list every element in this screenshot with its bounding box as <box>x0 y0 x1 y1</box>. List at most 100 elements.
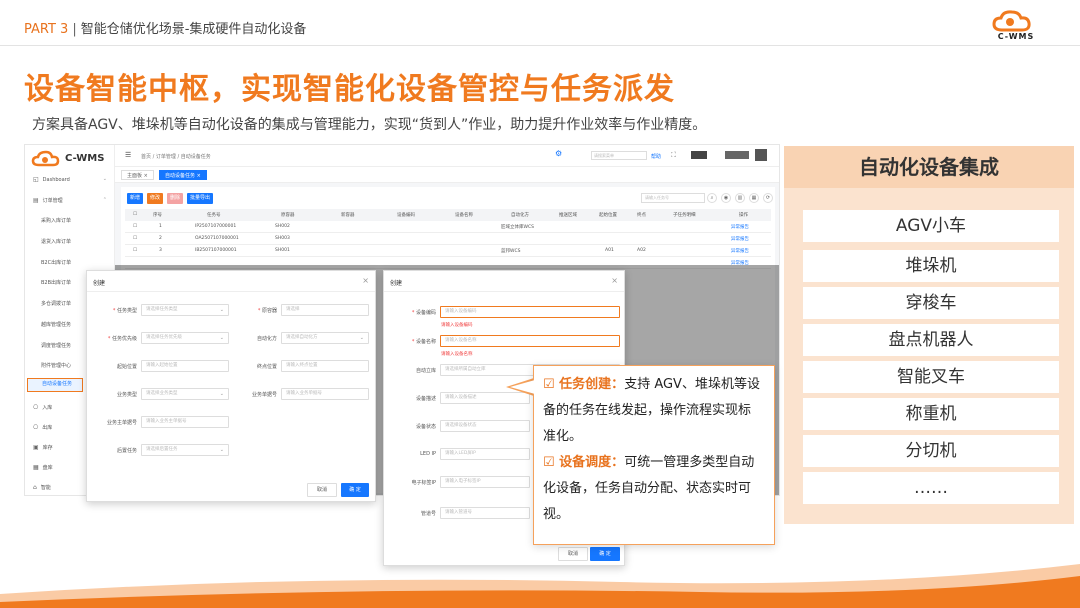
export-button[interactable]: 批量导出 <box>187 193 213 204</box>
col-header: 自动化方 <box>511 213 529 218</box>
chevron-down-icon: ⌄ <box>219 307 224 313</box>
row-action-link[interactable]: 异常报告 <box>731 224 749 230</box>
search-icon[interactable]: ⌕ <box>707 193 717 203</box>
post-task-select[interactable]: 请选择后置任务 ⌄ <box>141 444 229 456</box>
tab-label: 主面板 <box>127 173 143 179</box>
sidebar-item-label: 出库 <box>42 425 53 431</box>
cell: SH001 <box>275 248 290 253</box>
cell: 2 <box>159 236 162 241</box>
callout-pointer-inner <box>510 380 535 394</box>
divider <box>384 291 624 292</box>
device-integration-panel: 自动化设备集成 AGV小车 堆垛机 穿梭车 盘点机器人 智能叉车 称重机 分切机… <box>784 146 1074 524</box>
col-header: 推送区域 <box>559 213 577 218</box>
sidebar-item-label: Dashboard <box>42 177 70 183</box>
avatar[interactable] <box>755 149 767 161</box>
add-button[interactable]: 新增 <box>127 193 143 204</box>
callout-line: 准化。 <box>543 429 583 444</box>
sidebar-item-label: B2C出库订单 <box>41 260 72 266</box>
table-row[interactable]: ☐ 3 IB2507107000001 SH001 蓝邦WCS A01 A02 … <box>125 245 771 257</box>
columns-icon[interactable]: ▥ <box>735 193 745 203</box>
led-ip-input[interactable]: 请输入LED屏IP <box>440 448 530 460</box>
callout-heading: ☑ 任务创建： <box>543 377 625 392</box>
header-divider <box>0 45 1080 46</box>
field-label: 自动立库 <box>415 368 436 374</box>
order-icon: ▤ <box>33 197 39 204</box>
sidebar-item-orders[interactable]: ▤ 订单管理 ⌃ <box>25 197 115 204</box>
callout-line: ☑ 任务创建：支持 AGV、堆垛机等设 <box>543 377 760 392</box>
source-container-input[interactable]: 请选择 <box>281 304 369 316</box>
close-icon[interactable]: × <box>362 276 369 285</box>
business-type-select[interactable]: 请选择业务类型 ⌄ <box>141 388 229 400</box>
separator: | <box>72 22 77 37</box>
menu-toggle-icon[interactable]: ☰ <box>125 151 131 159</box>
checkbox-icon[interactable]: ☐ <box>133 248 137 253</box>
confirm-button[interactable]: 确 定 <box>590 547 620 561</box>
start-location-input[interactable]: 请输入起始位置 <box>141 360 229 372</box>
refresh-icon[interactable]: ⟳ <box>763 193 773 203</box>
cell: OA2507107000001 <box>195 236 239 241</box>
tab-auto-device-task[interactable]: 自动设备任务 × <box>159 170 207 180</box>
smart-icon: ⌂ <box>33 484 37 491</box>
pipe-number-input[interactable]: 请输入管道号 <box>440 507 530 519</box>
sidebar-item-label: 附件管理中心 <box>41 363 72 369</box>
sidebar-item-label: 库存 <box>42 445 53 451</box>
cell: 3 <box>159 248 162 253</box>
menu-search-input[interactable]: 请搜索菜单 <box>591 151 647 160</box>
automation-party-select[interactable]: 请选择自动化方 ⌄ <box>281 332 369 344</box>
callout-line: 视。 <box>543 507 570 522</box>
sidebar-item-label: 入库 <box>42 405 53 411</box>
dialog-title: 创建 <box>390 280 403 287</box>
field-label: * 原容器 <box>257 308 277 314</box>
checkbox-icon[interactable]: ☐ <box>133 212 137 217</box>
device-code-input[interactable]: 请输入设备编码 <box>440 306 620 318</box>
row-action-link[interactable]: 异常报告 <box>731 236 749 242</box>
confirm-button[interactable]: 确 定 <box>341 483 369 497</box>
settings-icon[interactable]: ⚙ <box>555 149 562 158</box>
grid-icon[interactable]: ▦ <box>749 193 759 203</box>
task-search-input[interactable]: 请输入任务号 <box>641 193 705 203</box>
device-status-select[interactable]: 请选择设备状态 <box>440 420 530 432</box>
edit-button[interactable]: 修改 <box>147 193 163 204</box>
row-action-link[interactable]: 异常报告 <box>731 248 749 254</box>
sidebar-item-label: 智能 <box>40 485 51 491</box>
checkbox-icon[interactable]: ☐ <box>133 236 137 241</box>
business-doc-input[interactable]: 请输入业务单据号 <box>281 388 369 400</box>
task-type-select[interactable]: 请选择任务类型 ⌄ <box>141 304 229 316</box>
dialog-title: 创建 <box>93 280 106 287</box>
tab-dashboard[interactable]: 主面板 × <box>121 170 154 180</box>
sidebar-item-dashboard[interactable]: ◱ Dashboard ⌄ <box>25 176 115 183</box>
chevron-down-icon: ⌄ <box>102 176 107 182</box>
col-header: 操作 <box>739 213 748 218</box>
col-header: 设备编码 <box>397 213 415 218</box>
col-header: 终点 <box>637 213 646 218</box>
task-priority-select[interactable]: 请选择任务优先级 ⌄ <box>141 332 229 344</box>
device-name-input[interactable]: 请输入设备名称 <box>440 335 620 347</box>
close-icon[interactable]: × <box>611 276 618 285</box>
field-label: * 任务优先级 <box>107 336 137 342</box>
cancel-button[interactable]: 取消 <box>307 483 337 497</box>
business-master-doc-input[interactable]: 请输入业务主单据号 <box>141 416 229 428</box>
cancel-button[interactable]: 取消 <box>558 547 588 561</box>
table-row[interactable]: ☐ 1 IP2507107000001 SH002 匠域立体库WCS 异常报告 <box>125 221 771 233</box>
fullscreen-icon[interactable]: ⛶ <box>671 151 676 160</box>
sidebar-item-b2c-outbound[interactable]: B2C出库订单 <box>25 259 115 266</box>
sidebar-item-purchase-inbound[interactable]: 采购入库订单 <box>25 217 115 224</box>
field-label: 自动化方 <box>256 336 277 342</box>
device-item: 盘点机器人 <box>803 324 1059 356</box>
end-location-input[interactable]: 请输入终点位置 <box>281 360 369 372</box>
delete-button[interactable]: 删除 <box>167 193 183 204</box>
sidebar-item-return-inbound[interactable]: 退货入库订单 <box>25 238 115 245</box>
slide: PART 3 | 智能仓储优化场景-集成硬件自动化设备 C-WMS 设备智能中枢，实… <box>0 0 1080 608</box>
help-link[interactable]: 帮助 <box>651 153 661 160</box>
stock-icon: ▣ <box>33 444 39 451</box>
cell: SH003 <box>275 236 290 241</box>
checkbox-icon[interactable]: ☐ <box>133 224 137 229</box>
chevron-down-icon: ⌄ <box>359 335 364 341</box>
field-label: * 设备名称 <box>411 339 436 345</box>
table-row[interactable]: ☐ 2 OA2507107000001 SH003 异常报告 <box>125 233 771 245</box>
sidebar-item-auto-device-task[interactable]: 自动设备任务 <box>27 378 83 392</box>
eye-icon[interactable]: ◉ <box>721 193 731 203</box>
tab-label: 自动设备任务 <box>165 173 196 179</box>
device-item: 分切机 <box>803 435 1059 467</box>
e-label-ip-input[interactable]: 请输入电子标签IP <box>440 476 530 488</box>
